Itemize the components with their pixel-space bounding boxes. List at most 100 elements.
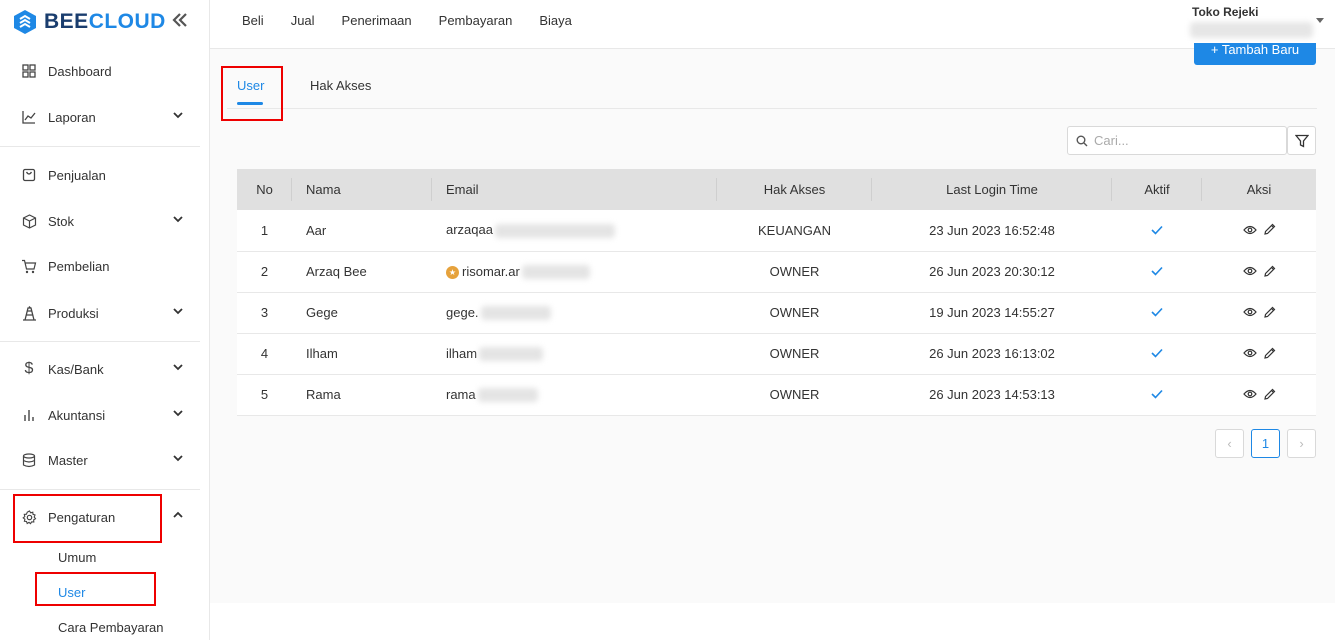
cell-last-login: 19 Jun 2023 14:55:27	[872, 292, 1112, 334]
search-input[interactable]	[1094, 133, 1274, 148]
eye-icon[interactable]	[1242, 348, 1257, 358]
cell-no: 1	[237, 210, 292, 252]
topnav-penerimaan[interactable]: Penerimaan	[342, 13, 412, 28]
sidebar-subitem-umum[interactable]: Umum	[58, 550, 96, 565]
cell-hak-akses: OWNER	[717, 374, 872, 416]
sidebar-divider	[0, 146, 200, 147]
topnav-pembayaran[interactable]: Pembayaran	[439, 13, 513, 28]
sidebar-item-label: Pembelian	[48, 258, 110, 274]
cell-no: 2	[237, 251, 292, 293]
top-bar: Beli Jual Penerimaan Pembayaran Biaya To…	[210, 0, 1335, 49]
database-icon	[20, 451, 38, 469]
tab-hak-akses[interactable]: Hak Akses	[310, 78, 371, 93]
edit-icon[interactable]	[1263, 388, 1276, 401]
table-row: 4 Ilham ilham OWNER 26 Jun 2023 16:13:02	[237, 333, 1316, 375]
cell-nama: Rama	[292, 374, 432, 416]
topnav-jual[interactable]: Jual	[291, 13, 315, 28]
edit-icon[interactable]	[1263, 347, 1276, 360]
col-header-email: Email	[432, 169, 717, 210]
pagination-prev-button[interactable]: ‹	[1215, 429, 1244, 458]
bar-chart-icon	[20, 406, 38, 424]
chevron-down-icon	[173, 455, 183, 462]
top-nav: Beli Jual Penerimaan Pembayaran Biaya	[242, 13, 572, 28]
sidebar-divider	[0, 341, 200, 342]
edit-icon[interactable]	[1263, 223, 1276, 236]
cell-no: 3	[237, 292, 292, 334]
bee-logo-icon	[14, 10, 36, 34]
edit-icon[interactable]	[1263, 306, 1276, 319]
caret-down-icon[interactable]	[1316, 18, 1324, 23]
eye-icon[interactable]	[1242, 225, 1257, 235]
bag-icon	[20, 166, 38, 184]
star-badge-icon: ★	[446, 265, 459, 279]
chevron-down-icon	[173, 308, 183, 315]
chevron-down-icon	[173, 216, 183, 223]
cell-aksi	[1202, 292, 1316, 334]
cell-aksi	[1202, 210, 1316, 252]
sidebar-item-label: Penjualan	[48, 167, 106, 183]
collapse-sidebar-icon[interactable]	[170, 10, 192, 32]
cell-nama: Arzaq Bee	[292, 251, 432, 293]
cell-email: ilham	[432, 333, 717, 375]
table-row: 2 Arzaq Bee ★ risomar.ar OWNER 26 Jun 202…	[237, 251, 1316, 293]
store-name[interactable]: Toko Rejeki	[1192, 5, 1258, 19]
table-header-row: No Nama Email Hak Akses Last Login Time …	[237, 169, 1316, 210]
pagination-next-button[interactable]: ›	[1287, 429, 1316, 458]
cell-no: 4	[237, 333, 292, 375]
sidebar-item-pembelian[interactable]: Pembelian	[0, 246, 200, 286]
email-redacted	[477, 388, 538, 403]
cell-aksi	[1202, 374, 1316, 416]
eye-icon[interactable]	[1242, 307, 1257, 317]
topnav-biaya[interactable]: Biaya	[539, 13, 572, 28]
cell-hak-akses: KEUANGAN	[717, 210, 872, 252]
sidebar-item-label: Dashboard	[48, 63, 112, 79]
sidebar-item-label: Kas/Bank	[48, 361, 104, 377]
col-header-aktif: Aktif	[1112, 169, 1202, 210]
pagination-page-1[interactable]: 1	[1251, 429, 1280, 458]
search-box	[1067, 126, 1287, 155]
store-account-redacted	[1190, 22, 1313, 38]
tab-bar: User Hak Akses	[227, 49, 1317, 109]
eye-icon[interactable]	[1242, 389, 1257, 399]
cell-aktif	[1112, 374, 1202, 416]
cell-aksi	[1202, 333, 1316, 375]
col-header-nama: Nama	[292, 169, 432, 210]
cell-last-login: 26 Jun 2023 16:13:02	[872, 333, 1112, 375]
topnav-beli[interactable]: Beli	[242, 13, 264, 28]
edit-icon[interactable]	[1263, 265, 1276, 278]
sidebar-subitem-cara-pembayaran[interactable]: Cara Pembayaran	[58, 620, 164, 635]
sidebar-divider	[0, 489, 200, 490]
filter-button[interactable]	[1287, 126, 1316, 155]
highlight-box	[13, 494, 162, 543]
sidebar-item-kas-bank[interactable]: $ Kas/Bank	[0, 349, 200, 389]
cell-no: 5	[237, 374, 292, 416]
email-redacted	[521, 265, 590, 280]
user-table: No Nama Email Hak Akses Last Login Time …	[237, 169, 1316, 416]
highlight-box	[221, 66, 283, 121]
col-header-no: No	[237, 169, 292, 210]
sidebar-item-master[interactable]: Master	[0, 440, 200, 480]
check-icon	[1151, 307, 1163, 317]
dollar-icon: $	[24, 360, 34, 377]
table-row: 3 Gege gege. OWNER 19 Jun 2023 14:55:27	[237, 292, 1316, 334]
cell-email: ★ risomar.ar	[432, 251, 717, 293]
grid-icon	[20, 62, 38, 80]
sidebar-item-laporan[interactable]: Laporan	[0, 97, 200, 137]
sidebar-item-produksi[interactable]: Produksi	[0, 293, 200, 333]
sidebar-item-penjualan[interactable]: Penjualan	[0, 155, 200, 195]
cell-hak-akses: OWNER	[717, 292, 872, 334]
sidebar-item-akuntansi[interactable]: Akuntansi	[0, 395, 200, 435]
chevron-down-icon	[173, 410, 183, 417]
col-header-hak-akses: Hak Akses	[717, 169, 872, 210]
brand-logo[interactable]: BEECLOUD	[12, 8, 166, 36]
sidebar-item-label: Laporan	[48, 109, 96, 125]
cell-nama: Aar	[292, 210, 432, 252]
sidebar-item-stok[interactable]: Stok	[0, 201, 200, 241]
cell-aktif	[1112, 292, 1202, 334]
factory-icon	[20, 304, 38, 322]
eye-icon[interactable]	[1242, 266, 1257, 276]
chevron-down-icon	[173, 364, 183, 371]
col-header-last-login: Last Login Time	[872, 169, 1112, 210]
cell-last-login: 26 Jun 2023 14:53:13	[872, 374, 1112, 416]
sidebar-item-dashboard[interactable]: Dashboard	[0, 51, 200, 91]
